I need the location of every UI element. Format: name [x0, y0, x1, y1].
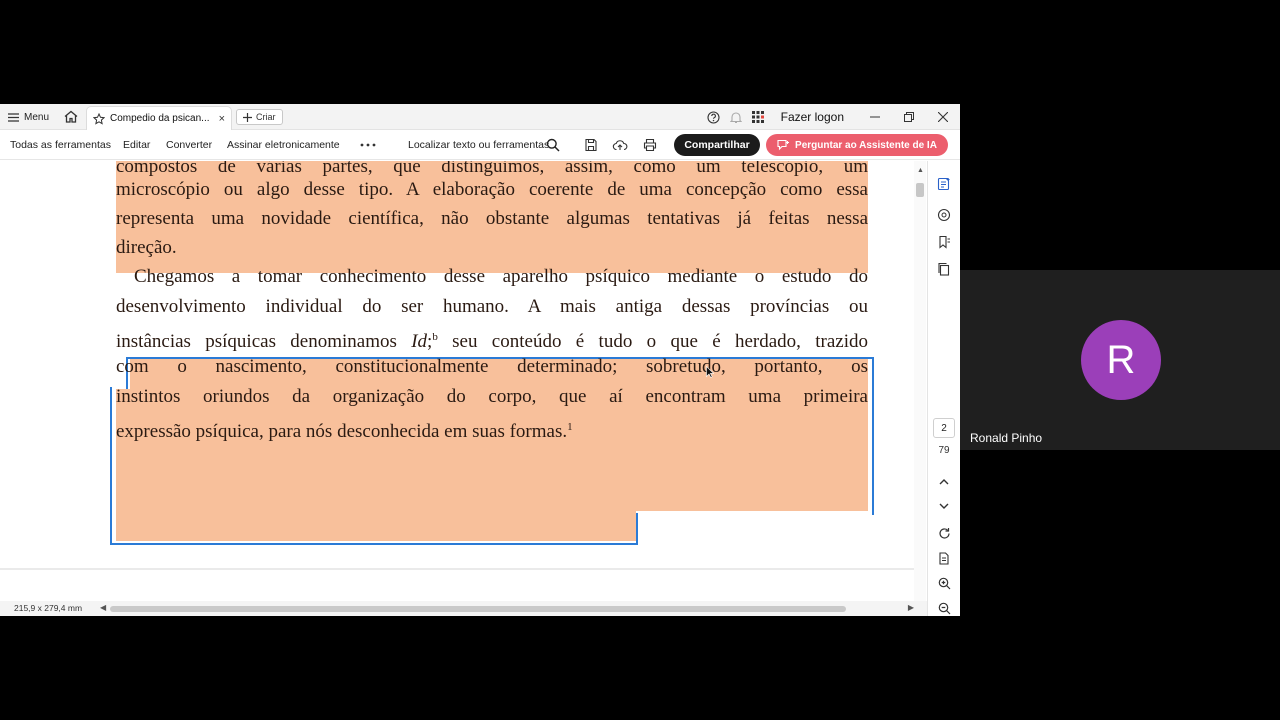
text-line-7-end: seu conteúdo é tudo o que é herdado, tra…: [437, 331, 869, 352]
ai-assistant-button[interactable]: Perguntar ao Assistente de IA: [766, 134, 948, 156]
text-line-10-text: expressão psíquica, para nós desconhecid…: [116, 421, 568, 442]
tab-close-icon[interactable]: ×: [219, 113, 225, 125]
print-icon[interactable]: [642, 137, 658, 153]
text-line-3: representa uma novidade científica, não …: [116, 208, 868, 229]
text-line-1: compostos de várias partes, que distingu…: [116, 161, 868, 177]
vertical-scrollbar[interactable]: ▲: [914, 161, 926, 601]
status-bar: 215,9 x 279,4 mm ◀ ▶: [0, 601, 927, 616]
text-line-10: expressão psíquica, para nós desconhecid…: [116, 415, 573, 444]
comments-panel-icon[interactable]: [936, 207, 952, 223]
text-line-7: instâncias psíquicas denominamos Id;b se…: [116, 325, 868, 354]
hamburger-icon: [8, 112, 19, 122]
total-pages-label: 79: [938, 445, 950, 456]
sign-link[interactable]: Assinar eletronicamente: [227, 139, 340, 151]
document-viewport[interactable]: compostos de várias partes, que distingu…: [0, 161, 914, 601]
bookmarks-icon[interactable]: [936, 234, 952, 250]
zoom-in-icon[interactable]: [936, 575, 952, 591]
title-bar: Menu Compedio da psican... × Criar Fazer…: [0, 104, 960, 130]
previous-page-icon[interactable]: [936, 474, 952, 490]
ai-summary-icon[interactable]: [936, 176, 952, 192]
sign-in-link[interactable]: Fazer logon: [781, 110, 844, 124]
convert-link[interactable]: Converter: [166, 139, 212, 151]
page-boundary: [0, 568, 914, 570]
search-icon[interactable]: [546, 138, 560, 152]
create-label: Criar: [256, 112, 276, 122]
participant-avatar: R: [1081, 320, 1161, 400]
pdf-page: compostos de várias partes, que distingu…: [106, 161, 878, 565]
acrobat-window: Menu Compedio da psican... × Criar Fazer…: [0, 104, 960, 616]
participant-name: Ronald Pinho: [970, 431, 1043, 445]
help-icon[interactable]: [703, 104, 725, 130]
footnote-1[interactable]: 1: [567, 421, 573, 433]
ai-assistant-label: Perguntar ao Assistente de IA: [795, 139, 937, 151]
ai-chat-icon: [777, 139, 790, 151]
share-button[interactable]: Compartilhar: [674, 134, 760, 156]
document-tab[interactable]: Compedio da psican... ×: [86, 106, 232, 130]
text-line-2: microscópio ou algo desse tipo. A elabor…: [116, 179, 868, 200]
selection-outline-bottom: [110, 513, 638, 545]
page-size-label: 215,9 x 279,4 mm: [14, 603, 83, 613]
create-button[interactable]: Criar: [236, 109, 283, 125]
home-icon[interactable]: [62, 108, 80, 126]
text-line-5: Chegamos a tomar conhecimento desse apar…: [134, 266, 868, 287]
video-call-participant-tile[interactable]: R Ronald Pinho: [960, 270, 1280, 450]
all-tools-link[interactable]: Todas as ferramentas: [10, 139, 111, 151]
right-side-panel: 2 79: [927, 161, 960, 616]
text-line-4: direção.: [116, 237, 177, 258]
restore-button[interactable]: [892, 104, 926, 130]
more-options-icon[interactable]: [359, 138, 377, 152]
text-line-8: com o nascimento, constitucionalmente de…: [116, 356, 868, 377]
scroll-left-arrow-icon[interactable]: ◀: [100, 603, 106, 612]
star-icon[interactable]: [93, 112, 105, 125]
tab-title: Compedio da psican...: [110, 113, 210, 124]
main-toolbar: Todas as ferramentas Editar Converter As…: [0, 131, 960, 160]
text-line-9: instintos oriundos da organização do cor…: [116, 386, 868, 407]
scroll-up-arrow-icon[interactable]: ▲: [917, 167, 924, 174]
close-window-button[interactable]: [926, 104, 960, 130]
plus-icon: [243, 112, 252, 122]
rotate-icon[interactable]: [936, 525, 952, 541]
id-term: Id: [411, 331, 428, 352]
minimize-button[interactable]: [858, 104, 892, 130]
apps-grid-icon[interactable]: [747, 104, 769, 130]
zoom-out-icon[interactable]: [936, 600, 952, 616]
vertical-scroll-thumb[interactable]: [916, 183, 924, 197]
cloud-upload-icon[interactable]: [612, 137, 628, 153]
horizontal-scrollbar[interactable]: ◀ ▶: [100, 603, 914, 614]
next-page-icon[interactable]: [936, 498, 952, 514]
notifications-bell-icon[interactable]: [725, 104, 747, 130]
pages-thumbnail-icon[interactable]: [936, 261, 952, 277]
search-tools-field[interactable]: Localizar texto ou ferramentas: [408, 139, 549, 151]
save-icon[interactable]: [583, 137, 599, 153]
text-line-7-start: instâncias psíquicas denominamos: [116, 331, 412, 352]
menu-button[interactable]: Menu: [8, 108, 49, 126]
mouse-cursor-icon: [706, 366, 714, 378]
menu-label: Menu: [24, 111, 50, 123]
page-view-icon[interactable]: [936, 550, 952, 566]
current-page-field[interactable]: 2: [933, 418, 955, 438]
edit-link[interactable]: Editar: [123, 139, 150, 151]
horizontal-scroll-thumb[interactable]: [110, 606, 846, 612]
text-line-6: desenvolvimento individual do ser humano…: [116, 296, 868, 317]
scroll-right-arrow-icon[interactable]: ▶: [908, 603, 914, 612]
